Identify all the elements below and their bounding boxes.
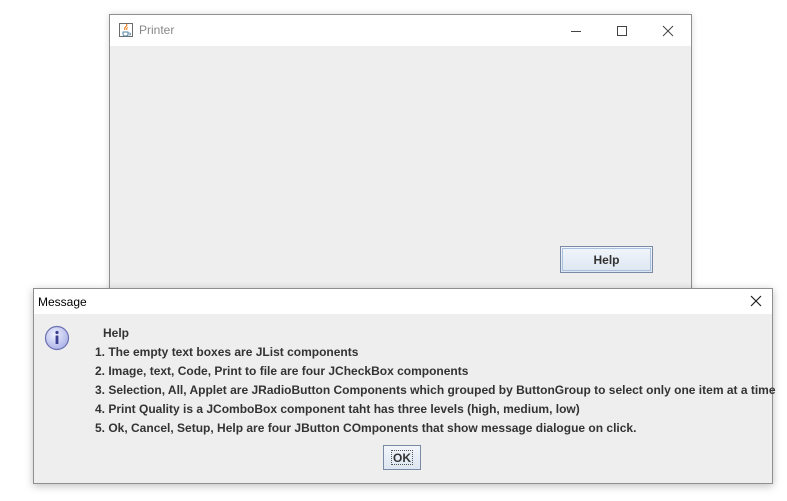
message-dialog: Message Help 1. The empty text boxes are… <box>33 288 776 484</box>
maximize-button[interactable] <box>599 15 645 46</box>
help-button[interactable]: Help <box>560 246 653 273</box>
message-close-button[interactable] <box>740 289 772 314</box>
message-line: 2. Image, text, Code, Print to file are … <box>95 364 469 378</box>
message-line: 4. Print Quality is a JComboBox componen… <box>95 402 580 416</box>
close-button[interactable] <box>645 15 691 46</box>
ok-button-label: OK <box>393 450 411 465</box>
printer-titlebar[interactable]: Printer <box>110 15 691 46</box>
minimize-button[interactable] <box>553 15 599 46</box>
printer-content-area: Help <box>110 46 691 303</box>
message-line: 5. Ok, Cancel, Setup, Help are four JBut… <box>95 421 637 435</box>
info-icon <box>44 325 70 351</box>
close-icon <box>662 25 674 37</box>
message-line: 1. The empty text boxes are JList compon… <box>95 345 359 359</box>
message-text: Help 1. The empty text boxes are JList c… <box>95 326 776 440</box>
close-icon <box>750 295 762 307</box>
maximize-icon <box>617 26 627 36</box>
help-button-label: Help <box>593 252 620 267</box>
message-dialog-title: Message <box>38 295 87 309</box>
message-line: Help <box>103 326 130 340</box>
printer-window: Printer Help <box>109 14 692 304</box>
message-line: 3. Selection, All, Applet are JRadioButt… <box>95 383 776 397</box>
message-titlebar[interactable]: Message <box>34 289 772 314</box>
minimize-icon <box>571 31 581 32</box>
ok-button[interactable]: OK <box>383 445 421 470</box>
java-cup-icon <box>119 23 133 37</box>
printer-window-title: Printer <box>139 23 175 37</box>
